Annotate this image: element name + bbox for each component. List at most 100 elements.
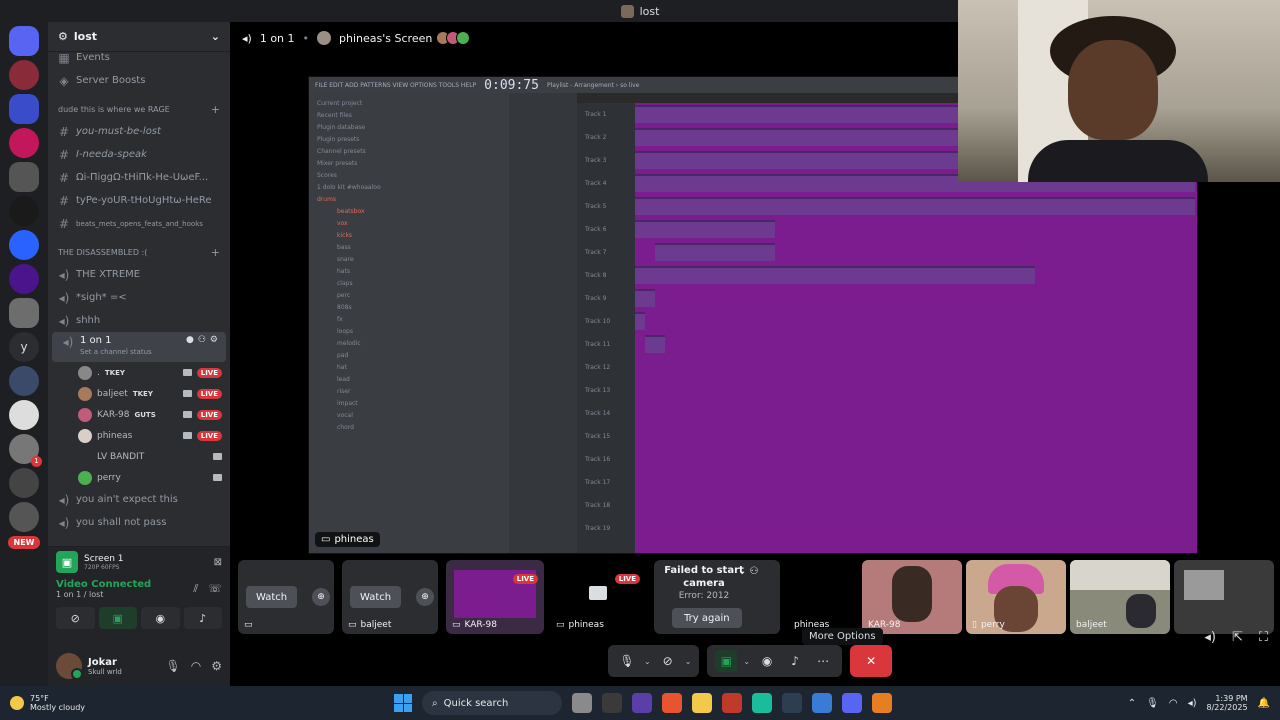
watch-button[interactable]: Watch <box>350 586 402 608</box>
stream-tile[interactable]: Watch ⊕ ▭ <box>238 560 334 634</box>
text-channel[interactable]: # Ωi-ΠiggΩ-tHiΠk-He-UωeF... <box>48 166 230 189</box>
invite-icon[interactable]: ⚇ <box>198 335 206 345</box>
chevron-down-icon[interactable]: ⌄ <box>644 657 651 666</box>
text-channel[interactable]: # tyPe-yoUR-tHoUgHtω-HeRe <box>48 189 230 212</box>
server-icon[interactable] <box>9 502 39 532</box>
app-icon[interactable] <box>602 693 622 713</box>
focus-icon[interactable]: ⊕ <box>312 588 330 606</box>
steam-icon[interactable] <box>782 693 802 713</box>
stream-tile[interactable]: LIVE ▭ phineas <box>550 560 646 634</box>
app-icon[interactable] <box>752 693 772 713</box>
sidebar-item-events[interactable]: ▦ Events <box>48 46 230 69</box>
server-icon[interactable]: 1 <box>9 434 42 467</box>
voice-channel[interactable]: ◂) shhh <box>48 309 230 332</box>
chevron-down-icon[interactable]: ⌄ ⚇ <box>738 566 759 577</box>
server-icon[interactable] <box>9 162 39 192</box>
focus-icon[interactable]: ⊕ <box>416 588 434 606</box>
category-header[interactable]: THE DISASSEMBLED :(+ <box>48 241 230 263</box>
windows-start-icon[interactable] <box>394 694 412 712</box>
text-channel[interactable]: # I-needa-speak <box>48 143 230 166</box>
server-icon[interactable] <box>9 230 39 260</box>
camera-tile[interactable]: ▯ perry <box>966 560 1066 634</box>
volume-icon[interactable]: ◂) <box>1204 630 1216 645</box>
clock[interactable]: 1:39 PM 8/22/2025 <box>1207 694 1248 712</box>
text-channel[interactable]: # beats_mets_opens_feats_and_hooks <box>48 212 230 235</box>
camera-off-button[interactable]: ⊘ <box>56 607 95 629</box>
camera-error-tile[interactable]: Failed to start camera Error: 2012 Try a… <box>654 560 854 634</box>
voice-channel[interactable]: ◂) *sigh* =< <box>48 286 230 309</box>
voice-channel[interactable]: ◂) you shall not pass <box>48 511 230 534</box>
more-options-icon[interactable]: ⋯ <box>812 650 834 672</box>
disconnect-button[interactable]: ✕ <box>850 645 893 677</box>
text-channel[interactable]: # you-must-be-lost <box>48 120 230 143</box>
gear-icon[interactable]: ⚙ <box>210 335 218 345</box>
webcam-feed[interactable] <box>958 0 1280 182</box>
server-icon[interactable] <box>9 400 39 430</box>
stop-stream-icon[interactable]: ⊠ <box>214 557 222 568</box>
soundboard-icon[interactable]: ♪ <box>784 650 806 672</box>
discord-icon[interactable] <box>842 693 862 713</box>
voice-user[interactable]: KAR-98 GUTS LIVE <box>48 404 230 425</box>
voice-channel-active[interactable]: ◂) 1 on 1 Set a channel status ● ⚇ ⚙ <box>52 332 226 362</box>
activity-button[interactable]: ◉ <box>141 607 180 629</box>
voice-user[interactable]: phineas LIVE <box>48 425 230 446</box>
chevron-down-icon[interactable]: ⌄ <box>743 657 750 666</box>
server-icon[interactable] <box>9 196 39 226</box>
app-icon[interactable] <box>722 693 742 713</box>
camera-tile[interactable]: KAR-98 <box>862 560 962 634</box>
channel-status[interactable]: Set a channel status <box>80 348 152 356</box>
popout-icon[interactable]: ⇱ <box>1232 630 1243 645</box>
server-icon[interactable] <box>9 468 39 498</box>
notification-icon[interactable]: 🔔 <box>1258 698 1270 709</box>
watch-button[interactable]: Watch <box>246 586 298 608</box>
server-icon[interactable] <box>9 298 39 328</box>
task-view-icon[interactable] <box>572 693 592 713</box>
screen-share-button[interactable]: ▣ <box>98 607 137 629</box>
voice-user[interactable]: . TKEY LIVE <box>48 362 230 383</box>
server-icon[interactable] <box>9 366 39 396</box>
avatar[interactable] <box>56 653 83 680</box>
voice-channel[interactable]: ◂) you ain't expect this <box>48 488 230 511</box>
volume-icon[interactable]: ◂) <box>1188 698 1197 709</box>
file-explorer-icon[interactable] <box>692 693 712 713</box>
microphone-icon[interactable]: 🎙 <box>166 659 181 673</box>
camera-tile[interactable] <box>1174 560 1274 634</box>
microphone-icon[interactable]: 🎙 <box>1146 698 1159 709</box>
stream-tile[interactable]: Watch ⊕ ▭ baljeet <box>342 560 438 634</box>
chevron-down-icon[interactable]: ⌄ <box>211 30 220 43</box>
chevron-up-icon[interactable]: ⌃ <box>1128 698 1136 709</box>
category-header[interactable]: dude this is where we RAGE + <box>48 98 230 120</box>
voice-user[interactable]: LV BANDIT <box>48 446 230 467</box>
gear-icon[interactable]: ⚙ <box>211 659 222 673</box>
weather-widget[interactable]: 75°F Mostly cloudy <box>0 694 85 712</box>
sidebar-item-server-boosts[interactable]: ◈ Server Boosts <box>48 69 230 92</box>
brave-icon[interactable] <box>662 693 682 713</box>
microphone-icon[interactable]: 🎙 <box>616 650 638 672</box>
noise-suppression-icon[interactable]: ⫽ <box>193 582 198 596</box>
server-icon[interactable] <box>9 264 39 294</box>
voice-user[interactable]: perry <box>48 467 230 488</box>
fullscreen-icon[interactable]: ⛶ <box>1259 630 1268 645</box>
server-y-icon[interactable]: y <box>9 332 39 362</box>
camera-off-icon[interactable]: ⊘ <box>657 650 679 672</box>
stream-tile[interactable]: LIVE ▭ KAR-98 <box>446 560 544 634</box>
user-panel[interactable]: Jokar Skull wrld 🎙 ◠ ⚙ <box>48 646 230 686</box>
try-again-button[interactable]: Try again <box>672 608 742 628</box>
wifi-icon[interactable]: ◠ <box>1169 698 1178 709</box>
chevron-down-icon[interactable]: ⌄ <box>685 657 692 666</box>
add-channel-icon[interactable]: + <box>211 103 220 116</box>
activity-icon[interactable]: ◉ <box>756 650 778 672</box>
chat-icon[interactable]: ● <box>186 335 194 345</box>
discord-home-icon[interactable] <box>9 26 39 56</box>
voice-channel[interactable]: ◂) THE XTREME <box>48 263 230 286</box>
taskbar-search[interactable]: ⌕ Quick search <box>422 691 562 715</box>
soundboard-button[interactable]: ♪ <box>183 607 222 629</box>
app-icon[interactable] <box>632 693 652 713</box>
viewer-avatars[interactable] <box>436 31 471 45</box>
headphones-icon[interactable]: ◠ <box>191 659 201 673</box>
voice-user[interactable]: baljeet TKEY LIVE <box>48 383 230 404</box>
fl-studio-icon[interactable] <box>872 693 892 713</box>
disconnect-icon[interactable]: ☏ <box>208 582 222 596</box>
server-icon[interactable] <box>9 60 39 90</box>
add-channel-icon[interactable]: + <box>211 246 220 259</box>
